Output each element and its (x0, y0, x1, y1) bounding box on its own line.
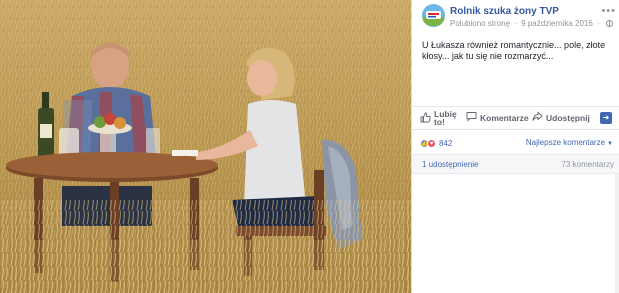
show-logo-icon (422, 4, 445, 27)
thumbs-up-icon (420, 112, 431, 125)
post-header: Rolnik szuka żony TVP Polubiono stronę ·… (422, 4, 616, 28)
reactions-summary[interactable]: 👍 ♥ 842 (420, 137, 452, 149)
meta-separator: · (514, 19, 517, 28)
post-meta: Polubiono stronę · 9 października 2016 · (450, 19, 613, 28)
action-bar: Lubię to! Komentarze Udostępnij ➜ (412, 106, 619, 130)
sort-label: Najlepsze komentarze (525, 138, 606, 147)
meta-separator-2: · (597, 19, 600, 28)
liked-page-label[interactable]: Polubiono stronę (450, 19, 510, 28)
comment-label: Komentarze (480, 113, 529, 123)
comments-count[interactable]: 73 komentarzy (562, 160, 614, 169)
post-photo[interactable] (0, 0, 411, 293)
post-text: U Łukasza również romantycznie... pole, … (422, 40, 606, 61)
like-button[interactable]: Lubię to! (420, 107, 458, 129)
comment-bubble-icon (466, 111, 477, 125)
scrollbar[interactable] (615, 174, 619, 293)
arrow-right-icon[interactable]: ➜ (600, 112, 612, 124)
page-avatar[interactable] (422, 4, 445, 27)
shares-count-link[interactable]: 1 udostępnienie (422, 160, 479, 169)
share-arrow-icon (532, 111, 543, 125)
post-side-panel: Rolnik szuka żony TVP Polubiono stronę ·… (411, 0, 619, 293)
post-date[interactable]: 9 października 2016 (521, 19, 593, 28)
comments-area (412, 174, 619, 293)
more-options-icon[interactable]: ••• (601, 6, 616, 17)
comment-sort-dropdown[interactable]: Najlepsze komentarze ▼ (526, 138, 613, 147)
stats-bar: 1 udostępnienie 73 komentarzy (412, 154, 619, 174)
globe-icon (605, 20, 613, 27)
share-label: Udostępnij (546, 113, 590, 123)
like-label: Lubię to! (434, 109, 457, 127)
page-name-link[interactable]: Rolnik szuka żony TVP (450, 6, 559, 17)
comment-button[interactable]: Komentarze (466, 107, 529, 129)
heart-icon: ♥ (427, 138, 436, 148)
share-button[interactable]: Udostępnij (532, 107, 590, 129)
chevron-down-icon: ▼ (607, 141, 613, 147)
wheat-field-picnic-photo (0, 0, 411, 293)
reaction-count: 842 (439, 138, 453, 148)
